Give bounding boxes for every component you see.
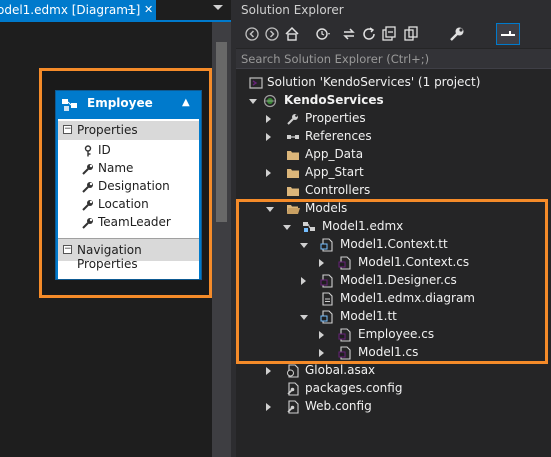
- close-icon[interactable]: ✕: [144, 0, 153, 20]
- designer-vertical-scrollbar[interactable]: [212, 22, 231, 457]
- folder-icon: [287, 151, 299, 160]
- entity-type-icon: [62, 99, 77, 111]
- property-label: Location: [98, 197, 149, 211]
- tree-item-app-start[interactable]: App_Start: [236, 164, 551, 182]
- key-icon: [84, 145, 92, 157]
- entity-name: Employee: [87, 96, 153, 110]
- property-label: ID: [98, 143, 111, 157]
- back-icon[interactable]: [243, 25, 261, 43]
- navigation-properties-label: Navigation Properties: [77, 243, 142, 271]
- tree-item-solution[interactable]: Solution 'KendoServices' (1 project): [236, 74, 551, 92]
- models-highlight-box: [236, 199, 548, 364]
- property-id[interactable]: ID: [82, 142, 197, 160]
- tree-item-label: App_Start: [305, 165, 364, 179]
- tree-item-controllers[interactable]: Controllers: [236, 182, 551, 200]
- pin-icon[interactable]: ⊹: [127, 0, 136, 20]
- tab-dropdown-icon[interactable]: [213, 5, 223, 10]
- property-name[interactable]: Name: [82, 160, 197, 178]
- tab-underline: [0, 20, 231, 22]
- forward-icon[interactable]: [263, 25, 281, 43]
- panel-title: Solution Explorer: [241, 3, 344, 17]
- navigation-properties-section-header[interactable]: − Navigation Properties: [58, 238, 199, 271]
- entity-shape-employee[interactable]: Employee ▲ − Properties ID Name Designat…: [55, 90, 202, 280]
- preview-icon[interactable]: [496, 23, 520, 45]
- collapsed-arrow-icon[interactable]: [266, 169, 271, 177]
- scrollbar-thumb[interactable]: [216, 42, 227, 222]
- collapsed-arrow-icon[interactable]: [266, 403, 271, 411]
- sync-icon[interactable]: [340, 25, 358, 43]
- properties-section-header[interactable]: − Properties: [58, 121, 199, 140]
- tree-item-label: Global.asax: [305, 363, 376, 377]
- chevron-up-icon[interactable]: ▲: [182, 97, 190, 108]
- folder-icon: [287, 187, 299, 196]
- tree-item-label: References: [305, 129, 372, 143]
- web-project-icon: [263, 94, 277, 108]
- refresh-icon[interactable]: [360, 25, 378, 43]
- folder-icon: [287, 169, 299, 178]
- entity-designer: odel1.edmx [Diagram1] ⊹ ✕ Employee ▲ − P…: [0, 0, 231, 457]
- property-designation[interactable]: Designation: [82, 178, 197, 196]
- tree-item-label: Solution 'KendoServices' (1 project): [267, 75, 481, 89]
- tree-item-label: Web.config: [305, 399, 372, 413]
- properties-icon[interactable]: [448, 25, 466, 43]
- collapse-all-icon[interactable]: [380, 25, 398, 43]
- document-tab-title: odel1.edmx [Diagram1]: [0, 3, 141, 17]
- wrench-icon: [287, 114, 298, 125]
- wrench-icon: [82, 200, 93, 211]
- show-all-files-icon[interactable]: [402, 25, 420, 43]
- wrench-icon: [82, 218, 93, 229]
- tree-item-label: KendoServices: [284, 93, 384, 107]
- tree-item-properties[interactable]: Properties: [236, 110, 551, 128]
- entity-header[interactable]: Employee ▲: [56, 91, 201, 118]
- tree-item-app-data[interactable]: App_Data: [236, 146, 551, 164]
- property-label: TeamLeader: [98, 215, 171, 229]
- references-icon: [287, 135, 299, 139]
- tree-item-label: Properties: [305, 111, 366, 125]
- config-file-icon: [287, 400, 299, 414]
- tree-item-label: packages.config: [305, 381, 403, 395]
- entity-body: − Properties ID Name Designation Locatio…: [58, 119, 199, 279]
- property-teamleader[interactable]: TeamLeader: [82, 214, 197, 232]
- tree-item-global-asax[interactable]: Global.asax: [236, 362, 551, 380]
- properties-section-label: Properties: [77, 123, 138, 137]
- collapse-toggle-icon[interactable]: −: [63, 125, 72, 134]
- property-label: Name: [98, 161, 134, 175]
- solution-explorer-title-bar: Solution Explorer: [236, 0, 551, 20]
- solution-explorer-toolbar: [236, 20, 551, 48]
- pending-changes-icon[interactable]: [314, 25, 332, 43]
- tree-item-references[interactable]: References: [236, 128, 551, 146]
- tree-item-packages-config[interactable]: packages.config: [236, 380, 551, 398]
- wrench-icon: [82, 182, 93, 193]
- collapse-toggle-icon[interactable]: −: [63, 245, 72, 254]
- tree-item-label: App_Data: [305, 147, 364, 161]
- global-asax-icon: [287, 364, 299, 378]
- property-location[interactable]: Location: [82, 196, 197, 214]
- collapsed-arrow-icon[interactable]: [266, 367, 271, 375]
- search-placeholder: Search Solution Explorer (Ctrl+;): [241, 52, 430, 66]
- wrench-icon: [82, 164, 93, 175]
- document-tab[interactable]: odel1.edmx [Diagram1] ⊹ ✕: [0, 0, 156, 20]
- home-icon[interactable]: [283, 25, 301, 43]
- tree-item-label: Controllers: [305, 183, 371, 197]
- collapsed-arrow-icon[interactable]: [266, 115, 271, 123]
- solution-icon: [249, 77, 263, 89]
- property-label: Designation: [98, 179, 170, 193]
- collapsed-arrow-icon[interactable]: [266, 133, 271, 141]
- tree-item-project[interactable]: KendoServices: [236, 92, 551, 110]
- expand-arrow-icon[interactable]: [249, 99, 257, 104]
- tree-item-web-config[interactable]: Web.config: [236, 398, 551, 416]
- config-file-icon: [287, 382, 299, 396]
- search-input[interactable]: Search Solution Explorer (Ctrl+;): [236, 49, 551, 69]
